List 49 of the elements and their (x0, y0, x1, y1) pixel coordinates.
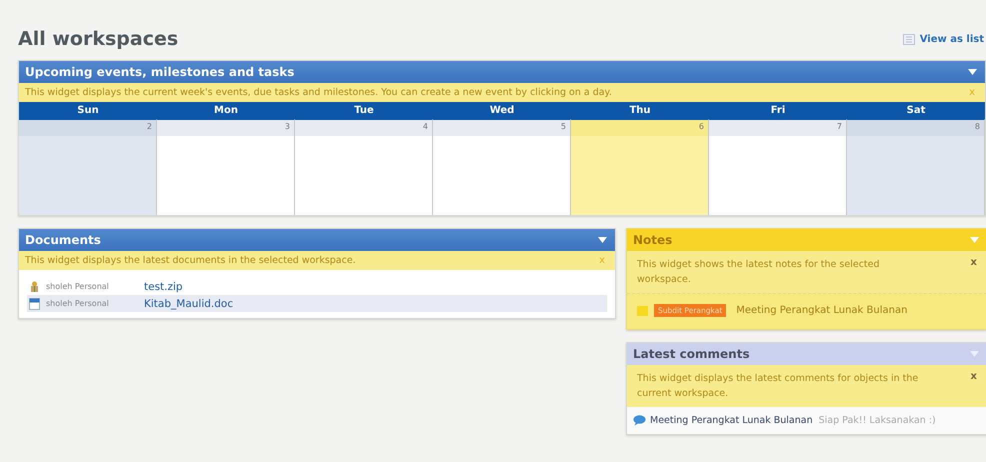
list-icon (902, 34, 915, 44)
close-button[interactable]: x (970, 371, 977, 382)
day-header: Tue (295, 102, 433, 119)
package-icon (29, 280, 40, 292)
day-cell[interactable]: 8 (847, 119, 985, 215)
workspace-label: sholeh Personal (46, 282, 110, 291)
info-text: This widget displays the current week's events, due tasks and milestones. You can create a new event by clicking on a day. (25, 87, 612, 98)
note-icon (637, 306, 648, 316)
day-header: Sat (847, 102, 985, 119)
day-number: 3 (157, 120, 294, 136)
document-link[interactable]: test.zip (144, 280, 183, 292)
comment-text: Siap Pak!! Laksanakan :) (818, 415, 936, 426)
day-cell[interactable]: 6 (571, 119, 709, 215)
document-icon (29, 298, 40, 310)
document-row[interactable]: sholeh Personal Kitab_Maulid.doc (27, 295, 607, 312)
day-number: 6 (571, 120, 708, 136)
workspace-label: sholeh Personal (46, 299, 110, 308)
day-header: Sun (19, 102, 157, 119)
widget-title: Documents (25, 233, 101, 247)
day-cell[interactable]: 3 (157, 119, 295, 215)
note-link[interactable]: Meeting Perangkat Lunak Bulanan (736, 305, 908, 316)
day-number: 8 (847, 120, 984, 136)
day-number: 5 (433, 120, 570, 136)
day-number: 7 (709, 120, 846, 136)
widget-title: Upcoming events, milestones and tasks (25, 65, 294, 79)
day-cell[interactable]: 7 (709, 119, 847, 215)
day-header: Wed (433, 102, 571, 119)
document-row[interactable]: sholeh Personal test.zip (27, 278, 607, 295)
widget-title: Latest comments (633, 347, 750, 361)
close-button[interactable]: x (970, 257, 977, 268)
day-header: Fri (709, 102, 847, 119)
info-text: This widget shows the latest notes for the selected workspace. (637, 258, 881, 287)
page-title: All workspaces (18, 28, 178, 50)
document-link[interactable]: Kitab_Maulid.doc (144, 298, 234, 310)
info-text: This widget displays the latest comments for objects in the current workspace. (637, 372, 920, 401)
speech-bubble-icon (633, 415, 646, 426)
day-cell[interactable]: 5 (433, 119, 571, 215)
day-header: Mon (157, 102, 295, 119)
day-number: 2 (19, 120, 156, 136)
dropdown-icon[interactable] (598, 237, 607, 243)
widget-title: Notes (633, 233, 672, 247)
day-cell[interactable]: 2 (19, 119, 157, 215)
info-text: This widget displays the latest documents in the selected workspace. (25, 255, 356, 266)
view-as-list-link[interactable]: View as list (902, 34, 984, 44)
day-header: Thu (571, 102, 709, 119)
day-number: 4 (295, 120, 432, 136)
day-cell[interactable]: 4 (295, 119, 433, 215)
comment-object-link[interactable]: Meeting Perangkat Lunak Bulanan (650, 415, 813, 426)
dropdown-icon[interactable] (968, 69, 977, 75)
